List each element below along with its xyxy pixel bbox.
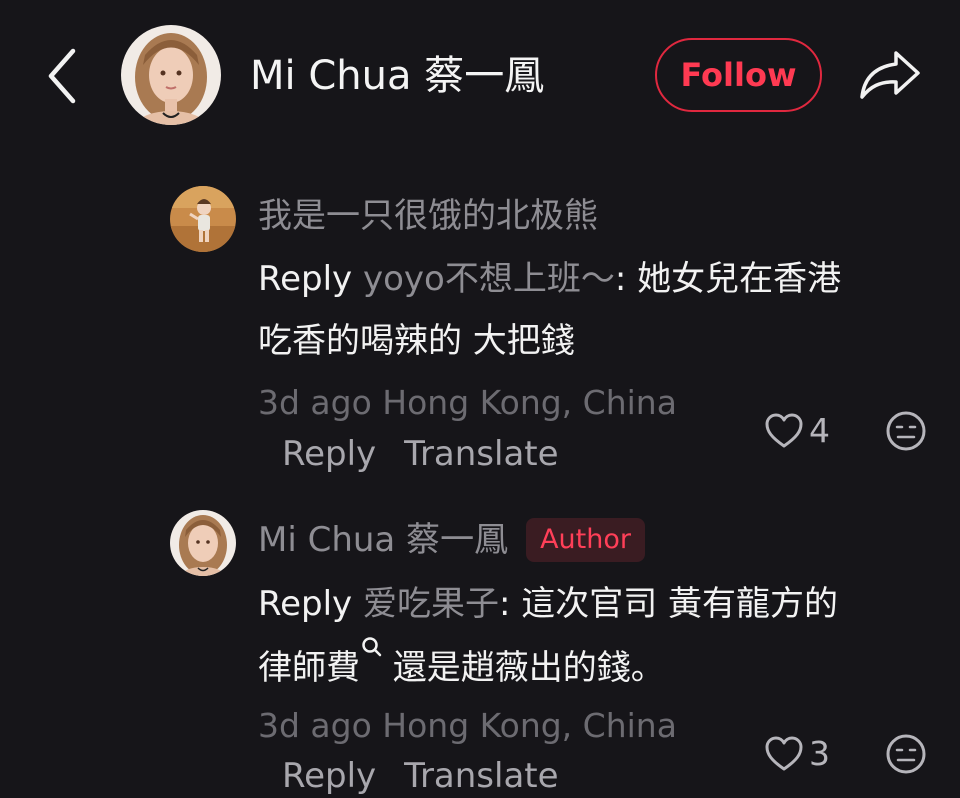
comment-meta: 3d ago Hong Kong, China xyxy=(258,706,677,745)
comment-actions: Reply Translate xyxy=(282,432,559,476)
dislike-button[interactable] xyxy=(885,733,927,775)
avatar-image xyxy=(170,510,236,576)
reply-to-user[interactable]: yoyo不想上班～ xyxy=(363,259,615,299)
like-button[interactable]: 3 xyxy=(765,734,830,774)
comment-text: Reply 爱吃果子: 這次官司 黃有龍方的 律師費 還是趙薇出的錢。 xyxy=(258,573,918,699)
comment-username[interactable]: Mi Chua 蔡一鳳 Author xyxy=(258,518,645,562)
avatar[interactable] xyxy=(121,25,221,125)
profile-header: Mi Chua 蔡一鳳 Follow xyxy=(0,0,960,150)
comment-username[interactable]: 我是一只很饿的北极熊 xyxy=(258,194,598,238)
comment-body-line2a: 律師費 xyxy=(258,648,360,688)
reply-prefix: Reply xyxy=(258,259,353,299)
comment-body-line2b: 還是趙薇出的錢。 xyxy=(382,648,665,688)
heart-icon xyxy=(765,413,803,448)
avatar-image xyxy=(170,186,236,252)
like-button[interactable]: 4 xyxy=(765,411,830,451)
author-badge: Author xyxy=(526,518,645,562)
comment-actions: Reply Translate xyxy=(282,754,559,798)
reply-button[interactable]: Reply xyxy=(282,754,376,798)
dislike-button[interactable] xyxy=(885,410,927,452)
like-count: 4 xyxy=(809,411,830,450)
neutral-face-icon xyxy=(886,411,926,451)
profile-user-name[interactable]: Mi Chua 蔡一鳳 xyxy=(250,52,544,100)
comment-body-line1: : 這次官司 黃有龍方的 xyxy=(498,584,839,624)
neutral-face-icon xyxy=(886,734,926,774)
comment-text: Reply yoyo不想上班～: 她女兒在香港 吃香的喝辣的 大把錢 xyxy=(258,248,918,372)
reply-prefix: Reply xyxy=(258,584,353,624)
username-text: Mi Chua 蔡一鳳 xyxy=(258,520,509,560)
follow-button[interactable]: Follow xyxy=(655,38,822,112)
reply-to-user[interactable]: 爱吃果子 xyxy=(363,584,499,624)
share-arrow-icon xyxy=(860,51,920,99)
back-button[interactable] xyxy=(40,46,84,106)
comment-meta: 3d ago Hong Kong, China xyxy=(258,383,677,422)
translate-button[interactable]: Translate xyxy=(404,754,558,798)
commenter-avatar[interactable] xyxy=(170,186,236,252)
chevron-left-icon xyxy=(48,48,76,104)
heart-icon xyxy=(765,736,803,771)
avatar-image xyxy=(121,25,221,125)
like-count: 3 xyxy=(809,734,830,773)
comment-body-line1: : 她女兒在香港 xyxy=(614,259,842,299)
username-text: 我是一只很饿的北极熊 xyxy=(258,196,598,236)
search-icon[interactable] xyxy=(360,635,382,665)
commenter-avatar[interactable] xyxy=(170,510,236,576)
share-button[interactable] xyxy=(855,44,925,106)
reply-button[interactable]: Reply xyxy=(282,432,376,476)
comment-body-line2: 吃香的喝辣的 大把錢 xyxy=(258,321,575,361)
translate-button[interactable]: Translate xyxy=(404,432,558,476)
